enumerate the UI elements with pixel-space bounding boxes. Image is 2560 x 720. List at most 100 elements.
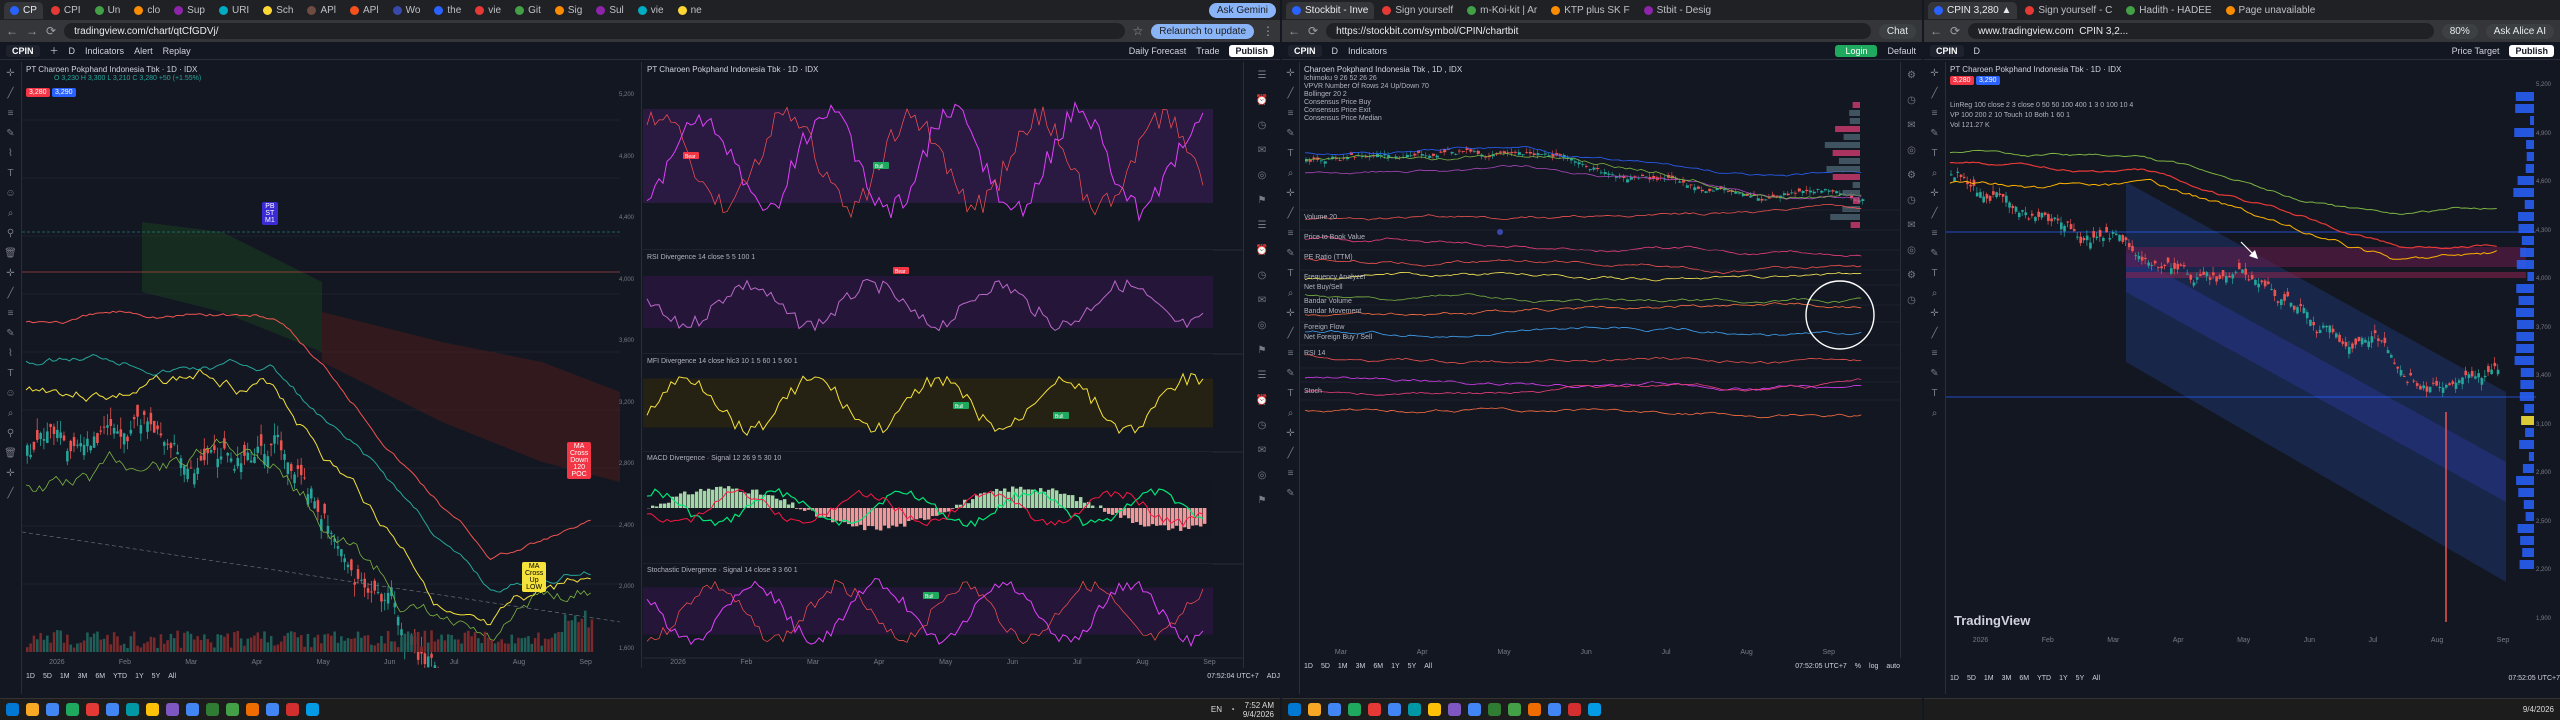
taskbar-app-icon[interactable]: [1308, 703, 1321, 716]
drawing-tool-icon[interactable]: T: [1287, 388, 1293, 399]
taskbar-app-icon[interactable]: [226, 703, 239, 716]
taskbar-app-icon[interactable]: [1368, 703, 1381, 716]
drawing-tool-icon[interactable]: T: [1931, 388, 1937, 399]
drawing-tool-icon[interactable]: ⚲: [7, 228, 14, 239]
browser-tab[interactable]: m-Koi-kit | Ar: [1461, 2, 1543, 19]
drawing-tool-icon[interactable]: ⚙: [1907, 170, 1916, 181]
drawing-tool-icon[interactable]: ⚙: [1907, 270, 1916, 281]
range-button[interactable]: 5D: [1967, 675, 1976, 682]
drawing-tool-icon[interactable]: ✎: [1930, 248, 1938, 259]
trade-button[interactable]: Trade: [1196, 46, 1219, 56]
drawing-tool-icon[interactable]: ◎: [1258, 170, 1267, 181]
browser-tab[interactable]: Hadith - HADEE: [2120, 2, 2217, 19]
range-button[interactable]: 6M: [2019, 675, 2029, 682]
drawing-tool-icon[interactable]: ✉: [1258, 295, 1266, 306]
range-button[interactable]: YTD: [113, 673, 127, 680]
interval-selector[interactable]: D: [69, 46, 76, 56]
daily-forecast-button[interactable]: Daily Forecast: [1129, 46, 1187, 56]
drawing-tool-icon[interactable]: ◎: [1258, 320, 1267, 331]
drawing-tool-icon[interactable]: ✉: [1907, 220, 1915, 231]
forward-icon[interactable]: →: [26, 24, 38, 38]
ask-ai-button[interactable]: Ask Alice AI: [2485, 23, 2554, 39]
drawing-tool-icon[interactable]: T: [1931, 268, 1937, 279]
drawing-tool-icon[interactable]: ╱: [7, 88, 13, 99]
add-symbol-icon[interactable]: ＋: [50, 44, 59, 57]
drawing-tool-icon[interactable]: T: [1287, 148, 1293, 159]
alert-button[interactable]: Alert: [134, 46, 153, 56]
range-button[interactable]: 1M: [1338, 663, 1348, 670]
drawing-tool-icon[interactable]: ⌕: [1932, 288, 1938, 299]
taskbar-app-icon[interactable]: [46, 703, 59, 716]
taskbar-app-icon[interactable]: [1328, 703, 1341, 716]
url-field[interactable]: www.tradingview.com CPIN 3,2...: [1968, 23, 2434, 39]
indicators-button[interactable]: Indicators: [85, 46, 124, 56]
taskbar-app-icon[interactable]: [1288, 703, 1301, 716]
taskbar-app-icon[interactable]: [306, 703, 319, 716]
bookmark-star-icon[interactable]: ☆: [1133, 24, 1144, 38]
language-indicator[interactable]: EN: [1211, 705, 1222, 714]
drawing-tool-icon[interactable]: T: [7, 368, 13, 379]
browser-tab[interactable]: clo: [128, 2, 166, 19]
wifi-icon[interactable]: ◔: [1230, 705, 1235, 714]
drawing-tool-icon[interactable]: ╱: [7, 288, 13, 299]
browser-tab[interactable]: CPIN 3,280 ▲: [1928, 1, 2018, 19]
taskbar-app-icon[interactable]: [286, 703, 299, 716]
replay-button[interactable]: Replay: [163, 46, 191, 56]
drawing-tool-icon[interactable]: ✎: [1286, 488, 1294, 499]
range-button[interactable]: 1M: [1984, 675, 1994, 682]
drawing-tool-icon[interactable]: ⌕: [8, 208, 14, 219]
drawing-tool-icon[interactable]: ◷: [1258, 120, 1267, 131]
drawing-tool-icon[interactable]: ◎: [1258, 470, 1267, 481]
range-button[interactable]: 1Y: [2059, 675, 2068, 682]
browser-tab[interactable]: APl: [301, 2, 342, 19]
price-axis[interactable]: 5,200 4,800 4,400 4,000 3,600 3,200 2,800 2,400…: [619, 92, 641, 652]
log-toggle[interactable]: log: [1869, 663, 1878, 670]
browser-tab[interactable]: vie: [469, 2, 507, 19]
drawing-tool-icon[interactable]: ◎: [1907, 145, 1916, 156]
drawing-tool-icon[interactable]: ✎: [6, 128, 14, 139]
range-button[interactable]: 5Y: [152, 673, 161, 680]
drawing-tool-icon[interactable]: ✉: [1258, 145, 1266, 156]
range-button[interactable]: 3M: [1356, 663, 1366, 670]
drawing-tool-icon[interactable]: ☰: [1258, 70, 1267, 81]
range-button[interactable]: 1D: [1950, 675, 1959, 682]
taskbar-app-icon[interactable]: [1388, 703, 1401, 716]
range-button[interactable]: YTD: [2037, 675, 2051, 682]
drawing-tool-icon[interactable]: ◷: [1258, 420, 1267, 431]
drawing-tool-icon[interactable]: 🗑: [4, 448, 17, 459]
login-button[interactable]: Login: [1835, 44, 1878, 57]
symbol-search[interactable]: CPIN: [6, 44, 40, 57]
range-button[interactable]: 1D: [26, 673, 35, 680]
reload-icon[interactable]: ⟳: [1308, 24, 1318, 38]
range-button[interactable]: 1Y: [135, 673, 144, 680]
taskbar-app-icon[interactable]: [1588, 703, 1601, 716]
drawing-tool-icon[interactable]: ╱: [1931, 88, 1937, 99]
drawing-tool-icon[interactable]: ⌕: [1288, 408, 1294, 419]
browser-tab[interactable]: Stbit - Desig: [1638, 2, 1717, 19]
drawing-tool-icon[interactable]: ✎: [1930, 128, 1938, 139]
taskbar-app-icon[interactable]: [1348, 703, 1361, 716]
buy-price-button[interactable]: 3,290: [1976, 76, 2000, 85]
drawing-tool-icon[interactable]: ✎: [1930, 368, 1938, 379]
price-axis[interactable]: 5,200 4,900 4,600 4,300 4,000 3,700 3,400 3,100…: [2536, 82, 2560, 622]
taskbar-app-icon[interactable]: [6, 703, 19, 716]
url-field[interactable]: tradingview.com/chart/qtCfGDVj/: [64, 23, 1125, 39]
drawing-tool-icon[interactable]: ◷: [1907, 195, 1916, 206]
browser-tab[interactable]: Sign yourself - C: [2019, 2, 2118, 19]
stockbit-chart[interactable]: Charoen Pokphand Indonesia Tbk , 1D , ID…: [1300, 62, 1900, 658]
drawing-tool-icon[interactable]: ⌕: [1288, 168, 1294, 179]
browser-tab[interactable]: vie: [632, 2, 670, 19]
interval-selector[interactable]: D: [1332, 46, 1339, 56]
taskbar-app-icon[interactable]: [1448, 703, 1461, 716]
taskbar-app-icon[interactable]: [1468, 703, 1481, 716]
range-button[interactable]: All: [1424, 663, 1432, 670]
drawing-tool-icon[interactable]: ⚲: [7, 428, 14, 439]
ask-gemini-button[interactable]: Ask Gemini: [1208, 2, 1276, 18]
drawing-tool-icon[interactable]: ✛: [1286, 68, 1294, 79]
reload-icon[interactable]: ⟳: [1950, 24, 1960, 38]
drawing-tool-icon[interactable]: ✛: [6, 468, 14, 479]
drawing-tool-icon[interactable]: 🗑: [4, 248, 17, 259]
sell-price-button[interactable]: 3,280: [1950, 76, 1974, 85]
percent-toggle[interactable]: %: [1855, 663, 1861, 670]
drawing-tool-icon[interactable]: ╱: [7, 488, 13, 499]
